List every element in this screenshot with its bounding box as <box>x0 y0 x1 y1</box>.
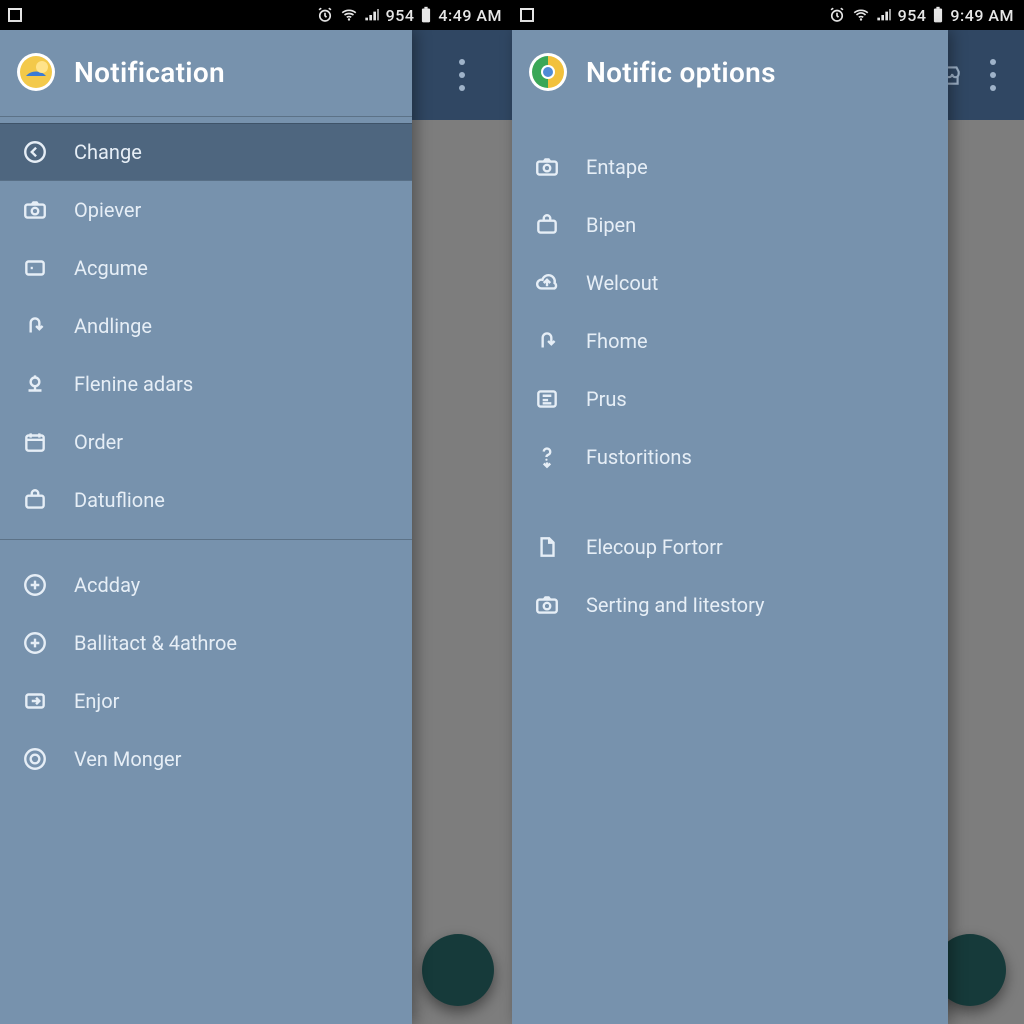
menu-item-enjor[interactable]: Enjor <box>0 672 412 730</box>
menu-item-change[interactable]: Change <box>0 123 412 181</box>
menu-item-bipen[interactable]: Bipen <box>512 196 948 254</box>
menu-label: Ballitact & 4athroe <box>74 631 237 655</box>
nav-drawer: Notific options Entape Bipen <box>512 30 948 1024</box>
signal-icon <box>364 7 380 23</box>
menu-label: Change <box>74 140 142 164</box>
u-turn-icon <box>532 326 562 356</box>
menu-label: Fustoritions <box>586 445 692 469</box>
menu-item-entape[interactable]: Entape <box>512 138 948 196</box>
calendar-icon <box>20 427 50 457</box>
menu-item-elecoup[interactable]: Elecoup Fortorr <box>512 518 948 576</box>
file-icon <box>532 532 562 562</box>
menu-item-fhome[interactable]: Fhome <box>512 312 948 370</box>
menu-divider <box>0 539 412 540</box>
briefcase-icon <box>532 210 562 240</box>
menu-gap <box>512 486 948 512</box>
wifi-icon <box>852 6 870 24</box>
menu-label: Entape <box>586 155 648 179</box>
menu-label: Order <box>74 430 123 454</box>
notification-icon <box>8 8 22 22</box>
status-number: 954 <box>898 6 927 25</box>
wifi-icon <box>340 6 358 24</box>
menu-label: Serting and Iitestory <box>586 593 765 617</box>
drawer-header: Notification <box>0 30 412 117</box>
target-icon <box>20 744 50 774</box>
drawer-title: Notification <box>74 56 225 89</box>
briefcase-icon <box>20 485 50 515</box>
phone-right: 954 9:49 AM <box>512 0 1024 1024</box>
menu-item-fustoritions[interactable]: Fustoritions <box>512 428 948 486</box>
status-bar: 954 9:49 AM <box>512 0 1024 30</box>
menu-item-opiever[interactable]: Opiever <box>0 181 412 239</box>
plus-circle-icon <box>20 628 50 658</box>
arrow-box-icon <box>20 686 50 716</box>
status-number: 954 <box>386 6 415 25</box>
menu-item-flenine[interactable]: Flenine adars <box>0 355 412 413</box>
battery-icon <box>420 6 432 24</box>
menu-item-welcout[interactable]: Welcout <box>512 254 948 312</box>
menu-label: Elecoup Fortorr <box>586 535 723 559</box>
camera-icon <box>532 590 562 620</box>
menu-label: Opiever <box>74 198 141 222</box>
menu-item-ballitact[interactable]: Ballitact & 4athroe <box>0 614 412 672</box>
menu-item-serting[interactable]: Serting and Iitestory <box>512 576 948 634</box>
alarm-icon <box>828 6 846 24</box>
battery-icon <box>932 6 944 24</box>
menu-label: Flenine adars <box>74 372 193 396</box>
menu-label: Acgume <box>74 256 148 280</box>
signal-icon <box>876 7 892 23</box>
camera-icon <box>532 152 562 182</box>
menu-label: Welcout <box>586 271 658 295</box>
drawer-title: Notific options <box>586 56 776 89</box>
upload-icon <box>20 369 50 399</box>
drawer-menu-secondary: Elecoup Fortorr Serting and Iitestory <box>512 512 948 634</box>
drawer-header: Notific options <box>512 30 948 116</box>
menu-item-prus[interactable]: Prus <box>512 370 948 428</box>
plus-circle-icon <box>20 570 50 600</box>
help-download-icon <box>532 442 562 472</box>
drawer-menu-primary: Change Opiever Acgume <box>0 117 412 529</box>
menu-item-acdday[interactable]: Acdday <box>0 556 412 614</box>
menu-item-datuflione[interactable]: Datuflione <box>0 471 412 529</box>
drawer-menu-secondary: Acdday Ballitact & 4athroe Enjor <box>0 550 412 788</box>
menu-item-andlinge[interactable]: Andlinge <box>0 297 412 355</box>
menu-item-venmonger[interactable]: Ven Monger <box>0 730 412 788</box>
menu-label: Prus <box>586 387 627 411</box>
nav-drawer: Notification Change Opiever <box>0 30 412 1024</box>
notification-icon <box>520 8 534 22</box>
menu-label: Andlinge <box>74 314 152 338</box>
menu-label: Ven Monger <box>74 747 181 771</box>
u-turn-icon <box>20 311 50 341</box>
app-avatar-icon <box>528 52 568 92</box>
menu-label: Fhome <box>586 329 648 353</box>
menu-item-acgume[interactable]: Acgume <box>0 239 412 297</box>
camera-icon <box>20 195 50 225</box>
menu-label: Enjor <box>74 689 119 713</box>
phone-left: 954 4:49 AM <box>0 0 512 1024</box>
status-bar: 954 4:49 AM <box>0 0 512 30</box>
menu-item-order[interactable]: Order <box>0 413 412 471</box>
status-time: 4:49 AM <box>438 6 502 25</box>
menu-label: Acdday <box>74 573 140 597</box>
card-icon <box>20 253 50 283</box>
fab-button[interactable] <box>422 934 494 1006</box>
app-avatar-icon <box>16 52 56 92</box>
status-time: 9:49 AM <box>950 6 1014 25</box>
news-icon <box>532 384 562 414</box>
cloud-upload-icon <box>532 268 562 298</box>
alarm-icon <box>316 6 334 24</box>
menu-label: Bipen <box>586 213 636 237</box>
menu-label: Datuflione <box>74 488 165 512</box>
drawer-menu-primary: Entape Bipen Welcout <box>512 116 948 486</box>
overflow-menu-button[interactable] <box>444 45 480 105</box>
overflow-menu-button[interactable] <box>975 45 1011 105</box>
back-circle-icon <box>20 137 50 167</box>
